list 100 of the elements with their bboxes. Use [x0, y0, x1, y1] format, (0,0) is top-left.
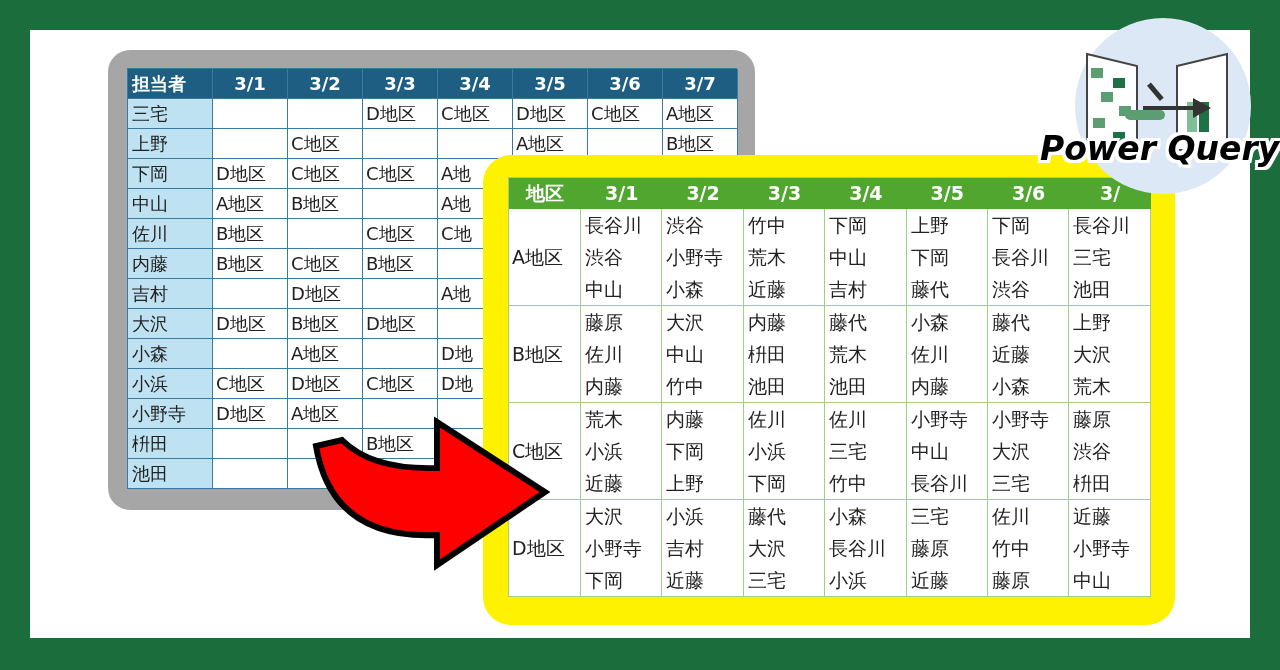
name-entry: 小野寺 [991, 408, 1050, 430]
row-header: 上野 [132, 134, 168, 153]
name-entry: 三宅 [1073, 246, 1113, 268]
name-entry: 渋谷 [1073, 440, 1113, 462]
name-entry: 下岡 [666, 440, 706, 462]
name-entry: 中山 [910, 440, 950, 462]
name-entry: 枡田 [747, 343, 787, 365]
column-header: 3/3 [384, 74, 416, 93]
row-header: 枡田 [132, 434, 168, 453]
name-entry: 上野 [1073, 311, 1113, 333]
name-entry: 三宅 [747, 569, 787, 591]
table-cell: A地区 [288, 339, 363, 369]
name-entry: 中山 [829, 246, 869, 268]
row-header: 大沢 [132, 314, 168, 333]
name-entry: 三宅 [991, 472, 1031, 494]
name-entry: 藤原 [991, 569, 1031, 591]
table-cell: D地区 [288, 369, 363, 399]
name-entry: 近藤 [666, 569, 706, 591]
table-cell: D地区 [213, 399, 288, 429]
row-header: 下岡 [132, 164, 168, 183]
name-entry: 藤代 [747, 505, 787, 527]
table-cell: B地区 [288, 189, 363, 219]
column-header: 3/ [1099, 184, 1121, 203]
table-cell: B地区 [213, 219, 288, 249]
name-entry: 小野寺 [1073, 537, 1132, 559]
name-entry: 近藤 [1073, 505, 1113, 527]
column-header: 3/2 [686, 184, 720, 203]
name-entry: 内藤 [910, 375, 950, 397]
column-header: 3/1 [234, 74, 266, 93]
table-cell: D地区 [513, 99, 588, 129]
row-header: B地区 [512, 344, 564, 364]
column-header: 3/3 [767, 184, 802, 203]
column-header: 3/7 [684, 74, 716, 93]
table-cell: B地区 [288, 309, 363, 339]
name-entry: 渋谷 [585, 246, 624, 268]
column-header: 3/2 [309, 74, 341, 93]
name-entry: 佐川 [991, 505, 1031, 527]
table-cell: D地区 [363, 99, 438, 129]
row-header: A地区 [512, 247, 563, 267]
name-entry: 小野寺 [666, 246, 725, 268]
row-header: C地区 [512, 441, 564, 461]
column-header: 3/6 [1011, 184, 1046, 203]
name-entry: 小野寺 [585, 537, 643, 559]
name-entry: 三宅 [910, 505, 950, 527]
name-entry: 荒木 [1073, 375, 1113, 397]
name-entry: 三宅 [829, 440, 869, 462]
table-cell: D地区 [288, 279, 363, 309]
column-header: 3/4 [849, 184, 883, 203]
name-entry: 下岡 [585, 569, 624, 591]
name-entry: 近藤 [910, 569, 950, 591]
name-entry: 内藤 [585, 375, 624, 397]
table-cell: C地区 [288, 249, 363, 279]
name-entry: 池田 [1073, 278, 1113, 300]
table-cell: C地区 [213, 369, 288, 399]
name-entry: 藤原 [910, 537, 950, 559]
table-cell: D地区 [213, 309, 288, 339]
name-entry: 渋谷 [666, 214, 706, 236]
name-entry: 荒木 [747, 246, 787, 268]
table-cell: A地区 [288, 399, 363, 429]
table-cell: D地区 [363, 309, 438, 339]
name-entry: 藤原 [585, 311, 624, 333]
name-entry: 近藤 [747, 278, 787, 300]
name-entry: 下岡 [991, 214, 1031, 236]
table-cell: C地区 [288, 129, 363, 159]
name-entry: 枡田 [1073, 472, 1113, 494]
column-header: 3/5 [930, 184, 964, 203]
name-entry: 渋谷 [991, 278, 1031, 300]
row-header: 吉村 [132, 284, 168, 303]
name-entry: 藤代 [829, 311, 869, 333]
name-entry: 藤原 [1073, 408, 1113, 430]
table-cell: A地区 [663, 99, 738, 129]
name-entry: 内藤 [666, 408, 706, 430]
name-entry: 近藤 [585, 472, 624, 494]
name-entry: 下岡 [747, 472, 787, 494]
table-cell: A地区 [213, 189, 288, 219]
name-entry: 吉村 [666, 537, 706, 559]
table-cell: C地区 [363, 159, 438, 189]
column-header: 3/4 [459, 74, 491, 93]
name-entry: 大沢 [666, 311, 706, 333]
name-entry: 上野 [910, 214, 950, 236]
name-entry: 大沢 [1073, 343, 1113, 365]
name-entry: 下岡 [829, 214, 869, 236]
name-entry: 近藤 [991, 343, 1031, 365]
row-header: 中山 [132, 194, 168, 213]
table-cell: C地区 [438, 99, 513, 129]
name-entry: 竹中 [991, 537, 1031, 559]
name-entry: 小野寺 [910, 408, 969, 430]
name-entry: 中山 [1073, 569, 1113, 591]
name-entry: 小森 [991, 375, 1031, 397]
name-entry: 内藤 [747, 311, 787, 333]
row-header: 小野寺 [132, 404, 186, 423]
table-cell: C地区 [588, 99, 663, 129]
name-entry: 佐川 [747, 408, 787, 430]
name-entry: 池田 [829, 375, 869, 397]
table-cell: B地区 [213, 249, 288, 279]
name-entry: 池田 [747, 375, 787, 397]
name-entry: 長谷川 [1073, 214, 1132, 236]
row-header: 小森 [132, 344, 168, 363]
name-entry: 小浜 [747, 440, 787, 462]
name-entry: 大沢 [747, 537, 787, 559]
